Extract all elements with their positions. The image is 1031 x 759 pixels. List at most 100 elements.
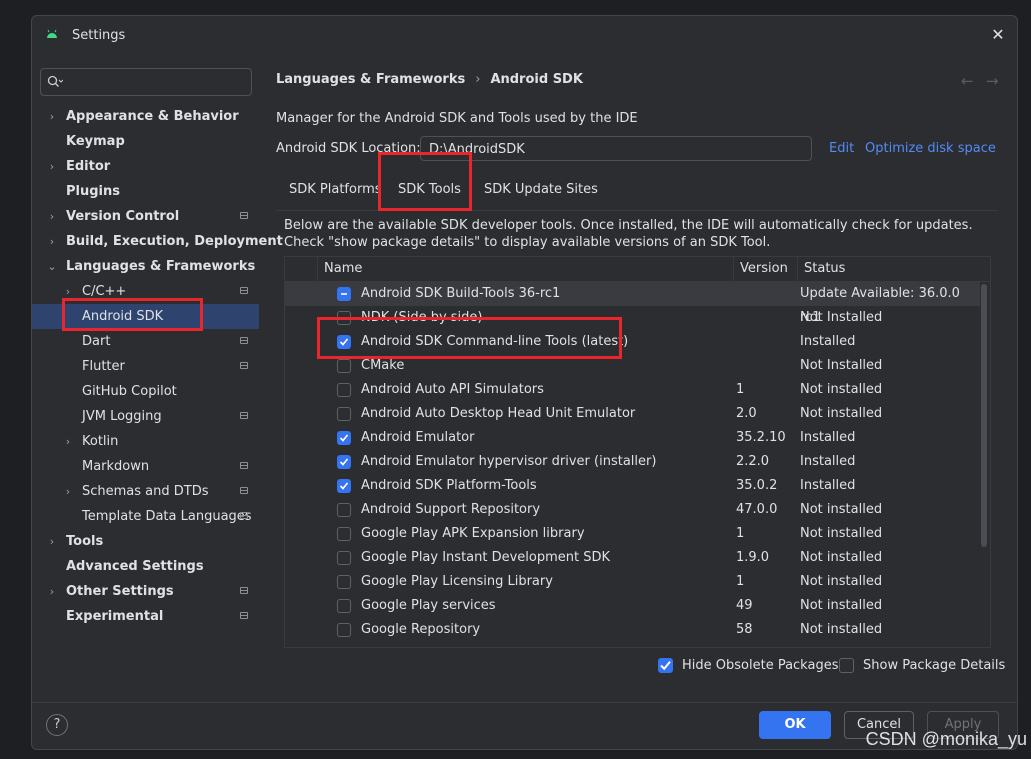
sidebar-item[interactable]: › Build, Execution, Deployment (32, 229, 283, 254)
table-row[interactable]: Android SDK Build-Tools 36-rc1 Update Ava… (285, 282, 980, 325)
sidebar-item[interactable]: ⌄ Languages & Frameworks (32, 254, 259, 279)
project-scope-icon (240, 362, 248, 369)
column-name-header[interactable]: Name (317, 257, 733, 281)
column-version-header[interactable]: Version (733, 257, 797, 281)
sidebar-item[interactable]: Flutter (32, 354, 259, 379)
row-checkbox[interactable] (337, 527, 351, 541)
row-version: 2.2.0 (736, 454, 770, 469)
hide-obsolete-checkbox[interactable] (658, 658, 673, 673)
table-row[interactable]: Google Play services 49 Not installed (285, 594, 980, 618)
row-checkbox[interactable] (337, 479, 351, 493)
sidebar-item-label: Other Settings (66, 584, 174, 599)
row-checkbox[interactable] (337, 575, 351, 589)
chevron-down-icon[interactable]: ⌄ (46, 254, 58, 279)
row-version: 1.9.0 (736, 550, 770, 565)
tab-sdk-update-sites[interactable]: SDK Update Sites (484, 182, 598, 197)
chevron-right-icon[interactable]: › (46, 104, 58, 129)
sidebar-item-label: Template Data Languages (82, 509, 252, 524)
row-checkbox[interactable] (337, 407, 351, 421)
row-version: 49 (736, 598, 753, 613)
row-status: Installed (800, 430, 856, 445)
table-row[interactable]: Android Emulator hypervisor driver (inst… (285, 450, 980, 474)
settings-search-input[interactable] (40, 68, 252, 96)
table-row[interactable]: Android Auto API Simulators 1 Not installe… (285, 378, 980, 402)
optimize-disk-space-link[interactable]: Optimize disk space (865, 141, 996, 156)
breadcrumb: Languages & Frameworks › Android SDK (276, 72, 583, 87)
title-bar: Settings ✕ (32, 16, 1017, 56)
chevron-right-icon[interactable]: › (46, 229, 58, 254)
row-checkbox[interactable] (337, 551, 351, 565)
sidebar-item[interactable]: Keymap (32, 129, 259, 154)
sidebar-item[interactable]: Plugins (32, 179, 259, 204)
chevron-right-icon[interactable]: › (46, 204, 58, 229)
table-row[interactable]: Google Play APK Expansion library 1 Not in… (285, 522, 980, 546)
table-header: Name Version Status (285, 257, 990, 282)
sidebar-item-label: Advanced Settings (66, 559, 204, 574)
sidebar-item[interactable]: Experimental (32, 604, 259, 629)
breadcrumb-parent[interactable]: Languages & Frameworks (276, 72, 465, 87)
table-row[interactable]: Google Play Instant Development SDK 1.9.0… (285, 546, 980, 570)
row-checkbox[interactable] (337, 383, 351, 397)
sidebar-item[interactable]: › Other Settings (32, 579, 259, 604)
table-row[interactable]: Android Support Repository 47.0.0 Not inst… (285, 498, 980, 522)
row-checkbox[interactable] (337, 503, 351, 517)
sidebar-item[interactable]: GitHub Copilot (32, 379, 259, 404)
sidebar-item[interactable]: Template Data Languages (32, 504, 259, 529)
row-checkbox[interactable] (337, 359, 351, 373)
row-name: Google Play Instant Development SDK (361, 550, 611, 565)
tab-sdk-platforms[interactable]: SDK Platforms (289, 182, 382, 197)
sdk-location-field[interactable]: D:\AndroidSDK (420, 136, 812, 161)
chevron-right-icon[interactable]: › (62, 429, 74, 454)
table-row[interactable]: Android SDK Platform-Tools 35.0.2 Installe… (285, 474, 980, 498)
scrollbar-thumb[interactable] (981, 284, 987, 547)
row-checkbox[interactable] (337, 431, 351, 445)
settings-tree: › Appearance & Behavior Keymap › Editor Plugi… (32, 104, 283, 629)
sidebar-item[interactable]: › Schemas and DTDs (32, 479, 259, 504)
sidebar-item[interactable]: › Editor (32, 154, 259, 179)
row-name: Android Auto Desktop Head Unit Emulator (361, 406, 636, 421)
table-row[interactable]: Google Repository 58 Not installed (285, 618, 980, 642)
row-version: 58 (736, 622, 753, 637)
show-package-details-checkbox[interactable] (839, 658, 854, 673)
chevron-right-icon[interactable]: › (62, 479, 74, 504)
sidebar-item-label: Flutter (82, 359, 125, 374)
close-icon[interactable]: ✕ (989, 26, 1007, 44)
sdk-tools-table: Name Version Status Android SDK Build-To… (284, 256, 991, 648)
project-scope-icon (240, 287, 248, 294)
edit-link[interactable]: Edit (829, 141, 854, 156)
table-scrollbar[interactable] (980, 282, 988, 547)
table-row[interactable]: Google Play Licensing Library 1 Not instal… (285, 570, 980, 594)
sidebar-item-label: Experimental (66, 609, 164, 624)
sidebar-item[interactable]: › Appearance & Behavior (32, 104, 259, 129)
window-title: Settings (72, 28, 126, 43)
sidebar-item[interactable]: › Tools (32, 529, 259, 554)
chevron-right-icon[interactable]: › (46, 529, 58, 554)
chevron-right-icon[interactable]: › (46, 579, 58, 604)
row-status: Installed (800, 454, 856, 469)
row-version: 47.0.0 (736, 502, 778, 517)
row-name: Android SDK Platform-Tools (361, 478, 537, 493)
sidebar-item[interactable]: › Kotlin (32, 429, 259, 454)
sidebar-item[interactable]: Dart (32, 329, 259, 354)
help-icon[interactable]: ? (46, 714, 68, 736)
sidebar-item[interactable]: JVM Logging (32, 404, 259, 429)
chevron-right-icon[interactable]: › (46, 154, 58, 179)
row-name: Google Play services (361, 598, 496, 613)
table-row[interactable]: Android Emulator 35.2.10 Installed (285, 426, 980, 450)
ok-button[interactable]: OK (759, 711, 831, 739)
row-status: Not Installed (800, 358, 883, 373)
row-checkbox[interactable] (337, 599, 351, 613)
table-row[interactable]: Android Auto Desktop Head Unit Emulator 2… (285, 402, 980, 426)
sidebar-item[interactable]: Advanced Settings (32, 554, 259, 579)
row-version: 2.0 (736, 406, 757, 421)
row-checkbox[interactable] (337, 287, 351, 301)
highlight-command-line-tools (317, 317, 622, 359)
row-version: 1 (736, 526, 745, 541)
row-checkbox[interactable] (337, 455, 351, 469)
row-checkbox[interactable] (337, 623, 351, 637)
back-arrow-icon[interactable]: ← (961, 72, 974, 90)
sidebar-item[interactable]: › Version Control (32, 204, 259, 229)
column-status-header[interactable]: Status (797, 257, 990, 281)
sidebar-item[interactable]: Markdown (32, 454, 259, 479)
forward-arrow-icon[interactable]: → (986, 72, 999, 90)
